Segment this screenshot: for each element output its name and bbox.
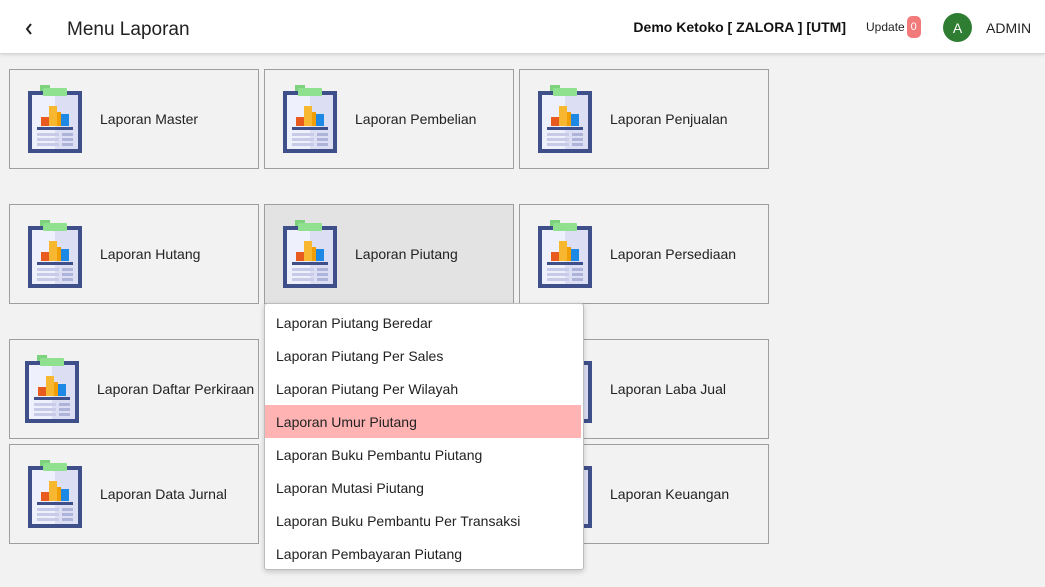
tile-laporan-penjualan[interactable]: Laporan Penjualan — [519, 69, 769, 169]
menu-item-piutang-per-sales[interactable]: Laporan Piutang Per Sales — [265, 339, 583, 372]
tile-laporan-master[interactable]: Laporan Master — [9, 69, 259, 169]
report-clipboard-icon — [25, 355, 79, 423]
report-clipboard-icon — [538, 85, 592, 153]
tile-laporan-hutang[interactable]: Laporan Hutang — [9, 204, 259, 304]
menu-item-umur-piutang[interactable]: Laporan Umur Piutang — [265, 405, 581, 438]
report-clipboard-icon — [28, 220, 82, 288]
back-button[interactable] — [18, 18, 40, 40]
page-title: Menu Laporan — [67, 19, 190, 40]
tile-laporan-data-jurnal[interactable]: Laporan Data Jurnal — [9, 444, 259, 544]
tile-laporan-daftar-perkiraan[interactable]: Laporan Daftar Perkiraan — [9, 339, 259, 439]
tile-label: Laporan Master — [100, 111, 199, 127]
menu-item-piutang-beredar[interactable]: Laporan Piutang Beredar — [265, 306, 583, 339]
report-clipboard-icon — [283, 220, 337, 288]
update-count-badge: 0 — [906, 16, 921, 38]
tile-label: Laporan Data Jurnal — [100, 486, 227, 502]
update-button[interactable]: Update 0 — [866, 16, 921, 38]
tile-label: Laporan Keuangan — [610, 486, 730, 502]
menu-item-mutasi-piutang[interactable]: Laporan Mutasi Piutang — [265, 471, 583, 504]
report-clipboard-icon — [538, 220, 592, 288]
tile-label: Laporan Daftar Perkiraan — [97, 381, 255, 397]
chevron-left-icon — [25, 23, 32, 35]
tile-label: Laporan Penjualan — [610, 111, 728, 127]
menu-item-piutang-per-wilayah[interactable]: Laporan Piutang Per Wilayah — [265, 372, 583, 405]
tile-label: Laporan Pembelian — [355, 111, 477, 127]
tile-label: Laporan Persediaan — [610, 246, 737, 262]
report-clipboard-icon — [28, 460, 82, 528]
report-clipboard-icon — [283, 85, 337, 153]
store-name: Demo Ketoko [ ZALORA ] [UTM] — [633, 19, 846, 35]
tile-laporan-persediaan[interactable]: Laporan Persediaan — [519, 204, 769, 304]
avatar[interactable]: A — [943, 13, 972, 42]
report-clipboard-icon — [28, 85, 82, 153]
tile-laporan-piutang[interactable]: Laporan Piutang — [264, 204, 514, 304]
top-bar: Menu Laporan Demo Ketoko [ ZALORA ] [UTM… — [0, 0, 1045, 54]
tile-label: Laporan Laba Jual — [610, 381, 726, 397]
update-label: Update — [866, 20, 905, 34]
tile-label: Laporan Piutang — [355, 246, 458, 262]
menu-item-buku-pembantu-per-transaksi[interactable]: Laporan Buku Pembantu Per Transaksi — [265, 504, 583, 537]
tile-laporan-pembelian[interactable]: Laporan Pembelian — [264, 69, 514, 169]
piutang-dropdown-menu: Laporan Piutang Beredar Laporan Piutang … — [264, 303, 584, 570]
tile-label: Laporan Hutang — [100, 246, 201, 262]
menu-item-buku-pembantu-piutang[interactable]: Laporan Buku Pembantu Piutang — [265, 438, 583, 471]
menu-item-pembayaran-piutang[interactable]: Laporan Pembayaran Piutang — [265, 537, 583, 570]
user-name[interactable]: ADMIN — [986, 20, 1031, 36]
